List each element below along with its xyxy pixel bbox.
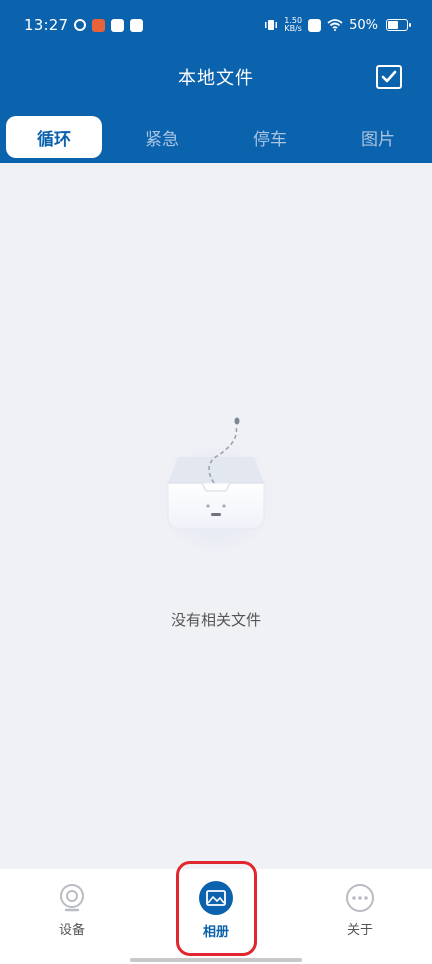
- category-tabs: 循环 紧急 停车 图片: [0, 116, 432, 158]
- album-icon: [199, 881, 233, 915]
- nav-album[interactable]: 相册: [176, 881, 256, 943]
- file-list-area[interactable]: 没有相关文件: [0, 163, 432, 869]
- home-indicator: [130, 958, 302, 962]
- nav-device[interactable]: 设备: [32, 883, 112, 943]
- battery-percent: 50%: [349, 17, 378, 33]
- tab-emergency[interactable]: 紧急: [114, 116, 210, 158]
- bottom-nav: 设备 相册 关于: [0, 869, 432, 964]
- store-icon: [130, 18, 144, 32]
- net-speed: 1.50 KB/s: [284, 17, 302, 33]
- app-header: 13:27 1.50 KB/s 50% 本地文件 循环 紧急 停车 图片: [0, 0, 432, 163]
- page-title: 本地文件: [178, 68, 254, 89]
- nav-album-label: 相册: [202, 925, 229, 940]
- checkbox-check-icon: [381, 70, 397, 83]
- sync-icon: [74, 19, 87, 31]
- camera-icon: [60, 884, 84, 912]
- tab-loop[interactable]: 循环: [6, 116, 102, 158]
- vibrate-icon: [265, 20, 278, 30]
- empty-state-message: 没有相关文件: [170, 611, 261, 629]
- title-bar: 本地文件: [0, 54, 432, 100]
- sim-icon: [308, 18, 322, 32]
- nav-device-label: 设备: [58, 923, 85, 938]
- tab-parking[interactable]: 停车: [222, 116, 318, 158]
- wifi-icon: [327, 19, 343, 31]
- nav-about[interactable]: 关于: [320, 883, 400, 943]
- battery-icon: [386, 19, 411, 31]
- mail-icon: [111, 18, 125, 32]
- status-right: 1.50 KB/s 50%: [264, 17, 411, 33]
- nav-about-label: 关于: [346, 923, 373, 938]
- tab-photos[interactable]: 图片: [330, 116, 426, 158]
- status-bar: 13:27 1.50 KB/s 50%: [0, 0, 432, 50]
- more-icon: [346, 884, 374, 912]
- net-speed-unit: KB/s: [284, 24, 302, 33]
- app-notification-icon: [92, 18, 106, 32]
- empty-inbox-icon: [156, 417, 276, 553]
- status-time: 13:27: [24, 16, 69, 34]
- select-all-button[interactable]: [376, 65, 402, 89]
- status-left: 13:27: [24, 16, 144, 34]
